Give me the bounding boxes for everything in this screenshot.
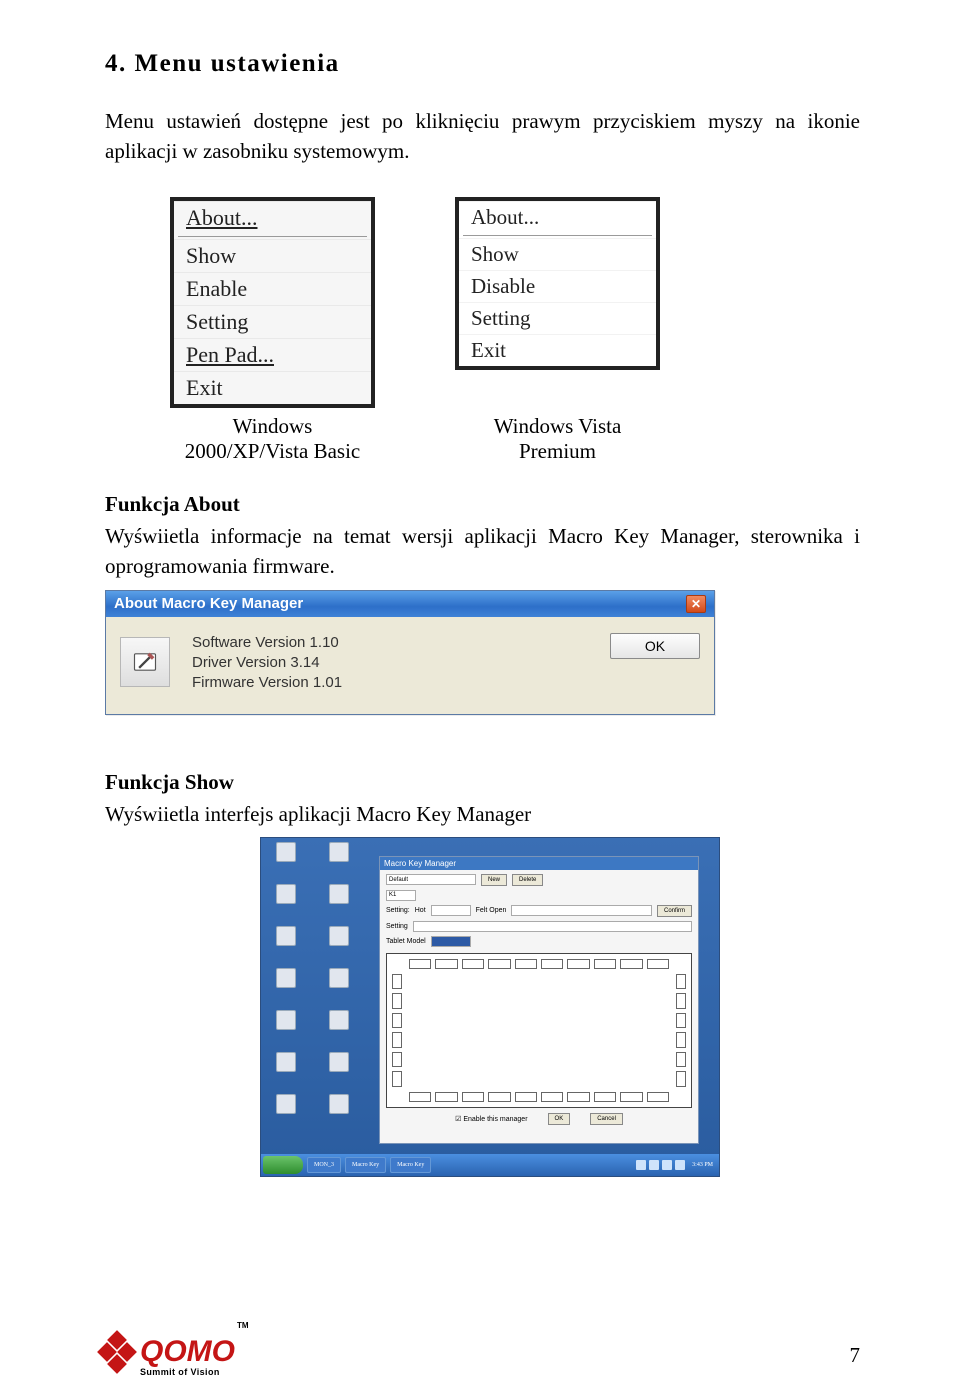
about-dialog-titlebar: About Macro Key Manager ✕ [106, 591, 714, 617]
system-tray: 3:43 PM [636, 1160, 717, 1170]
context-menu-basic: About... Show Enable Setting Pen Pad... … [170, 197, 375, 408]
page-footer: QOMOTM Summit of Vision 7 [100, 1333, 860, 1377]
ok-button[interactable]: OK [610, 633, 700, 659]
enable-checkbox[interactable]: ☑ Enable this manager [455, 1115, 527, 1123]
tablet-map-area [386, 953, 692, 1108]
key-field[interactable]: K1 [386, 890, 416, 901]
hot-field[interactable] [431, 905, 471, 916]
profile-select[interactable]: Default [386, 874, 476, 885]
version-line: Driver Version 3.14 [192, 653, 588, 673]
menu-item[interactable]: Setting [174, 305, 371, 338]
menu-item[interactable]: Pen Pad... [174, 338, 371, 371]
about-title-text: About Macro Key Manager [114, 595, 303, 612]
close-icon[interactable]: ✕ [686, 595, 706, 613]
about-subhead: Funkcja About [105, 492, 860, 517]
version-line: Software Version 1.10 [192, 633, 588, 653]
desktop-icons-column [265, 842, 365, 1146]
new-button[interactable]: New [481, 874, 507, 886]
menu-item[interactable]: Enable [174, 272, 371, 305]
mkm-ok-button[interactable]: OK [548, 1113, 571, 1125]
macro-key-manager-window: Macro Key Manager Default New Delete K1 … [379, 856, 699, 1144]
about-description: Wyświietla informacje na temat wersji ap… [105, 521, 860, 582]
caption-premium: Windows Vista Premium [455, 414, 660, 464]
caption-basic: Windows 2000/XP/Vista Basic [170, 414, 375, 464]
taskbar-clock: 3:43 PM [688, 1162, 717, 1168]
context-menus-row: About... Show Enable Setting Pen Pad... … [170, 197, 860, 408]
qomo-logo: QOMOTM Summit of Vision [100, 1333, 247, 1377]
hint-label: Setting [386, 923, 408, 930]
about-version-text: Software Version 1.10 Driver Version 3.1… [192, 633, 588, 694]
confirm-button[interactable]: Confirm [657, 905, 692, 917]
trademark-symbol: TM [237, 1321, 249, 1330]
mkm-titlebar: Macro Key Manager [380, 857, 698, 870]
show-description: Wyświietla interfejs aplikacji Macro Key… [105, 799, 860, 829]
menu-item[interactable]: Exit [174, 371, 371, 404]
menu-captions-row: Windows 2000/XP/Vista Basic Windows Vist… [170, 414, 860, 464]
tablet-model-label: Tablet Model [386, 938, 426, 945]
tray-icon[interactable] [662, 1160, 672, 1170]
radio-hot[interactable]: Hot [415, 907, 426, 914]
delete-button[interactable]: Delete [512, 874, 543, 886]
version-line: Firmware Version 1.01 [192, 673, 588, 693]
menu-item[interactable]: Show [459, 238, 656, 270]
about-dialog-body: Software Version 1.10 Driver Version 3.1… [106, 617, 714, 714]
windows-taskbar: MON_3 Macro Key Macro Key 3:43 PM [261, 1154, 719, 1176]
page-number: 7 [850, 1343, 861, 1368]
menu-divider [178, 236, 367, 237]
tray-icon[interactable] [675, 1160, 685, 1170]
taskbar-button[interactable]: Macro Key [390, 1157, 431, 1173]
taskbar-button[interactable]: MON_3 [307, 1157, 341, 1173]
mkm-cancel-button[interactable]: Cancel [590, 1113, 623, 1125]
pencil-tablet-icon [120, 637, 170, 687]
hint-field[interactable] [413, 921, 692, 932]
logo-diamond-icon [100, 1333, 134, 1377]
logo-brand-text: QOMOTM [140, 1335, 247, 1369]
menu-item[interactable]: Setting [459, 302, 656, 334]
setting-label: Setting: [386, 907, 410, 914]
menu-item[interactable]: Exit [459, 334, 656, 366]
tray-icon[interactable] [636, 1160, 646, 1170]
show-subhead: Funkcja Show [105, 770, 860, 795]
tablet-model-field[interactable] [431, 936, 471, 947]
menu-item[interactable]: Show [174, 239, 371, 272]
menu-item[interactable]: Disable [459, 270, 656, 302]
tray-icon[interactable] [649, 1160, 659, 1170]
taskbar-button[interactable]: Macro Key [345, 1157, 386, 1173]
section-heading: 4. Menu ustawienia [105, 50, 860, 78]
radio-feltopen[interactable]: Felt Open [476, 907, 507, 914]
menu-item[interactable]: About... [174, 201, 371, 234]
start-button[interactable] [263, 1156, 303, 1174]
menu-divider [463, 235, 652, 236]
feltopen-field[interactable] [511, 905, 652, 916]
menu-item[interactable]: About... [459, 201, 656, 233]
context-menu-premium: About... Show Disable Setting Exit [455, 197, 660, 370]
about-dialog: About Macro Key Manager ✕ Software Versi… [105, 590, 715, 715]
intro-paragraph: Menu ustawień dostępne jest po kliknięci… [105, 106, 860, 167]
show-desktop-screenshot: Macro Key Manager Default New Delete K1 … [260, 837, 720, 1177]
